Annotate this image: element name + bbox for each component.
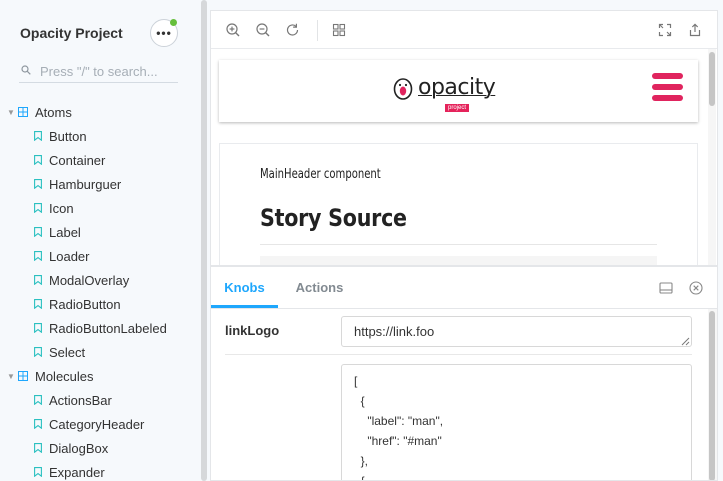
sidebar: Opacity Project ••• ▼ Atoms Button Conta… (0, 0, 199, 481)
preview-pane: opacity project MainHeader component Sto… (210, 10, 718, 266)
tree-item-label: RadioButton (49, 296, 121, 312)
addons-panel: Knobs Actions linkLogo https://link.foo … (210, 266, 718, 481)
grid-icon[interactable] (331, 22, 347, 38)
resize-grip-icon[interactable] (680, 336, 690, 346)
bookmark-icon (34, 179, 42, 189)
bookmark-icon (34, 467, 42, 477)
preview-scrollbar[interactable] (708, 49, 716, 265)
caret-down-icon: ▼ (7, 371, 15, 381)
component-group-icon (18, 107, 28, 117)
bookmark-icon (34, 443, 42, 453)
search-icon (21, 65, 31, 75)
logo-subtext: project (445, 104, 470, 112)
bookmark-icon (34, 227, 42, 237)
heading-divider (260, 244, 657, 245)
bookmark-icon (34, 419, 42, 429)
tree-item-label[interactable]: Label (0, 220, 199, 244)
preview-scrollbar-thumb[interactable] (709, 52, 715, 106)
logo-wordmark: opacity (418, 75, 496, 100)
hamburger-menu-icon[interactable] (652, 73, 683, 101)
story-source-heading: Story Source (260, 204, 407, 232)
search-input[interactable] (40, 62, 176, 80)
component-group-icon (18, 371, 28, 381)
tab-knobs[interactable]: Knobs (211, 267, 278, 308)
tree-item-modaloverlay[interactable]: ModalOverlay (0, 268, 199, 292)
opacity-logo[interactable]: opacity project (393, 71, 497, 113)
fullscreen-icon[interactable] (657, 22, 673, 38)
brand-title[interactable]: Opacity Project (20, 25, 123, 41)
story-canvas: opacity project MainHeader component Sto… (211, 49, 717, 265)
tree-item-label: CategoryHeader (49, 416, 145, 432)
tree-item-label: Expander (49, 464, 105, 480)
tree-item-label: Icon (49, 200, 74, 216)
docs-card: MainHeader component Story Source (219, 143, 698, 265)
caret-down-icon: ▼ (7, 107, 15, 117)
tree-item-icon[interactable]: Icon (0, 196, 199, 220)
tree-item-label: Container (49, 152, 106, 168)
tree-item-select[interactable]: Select (0, 340, 199, 364)
tree-item-container[interactable]: Container (0, 148, 199, 172)
toolbar-divider (317, 20, 318, 41)
tree-item-loader[interactable]: Loader (0, 244, 199, 268)
links-json-field[interactable]: [ { "label": "man", "href": "#man" }, { (341, 364, 692, 480)
component-description: MainHeader component (260, 167, 381, 182)
bookmark-icon (34, 347, 42, 357)
knob-label: linkLogo (225, 323, 280, 338)
tree-item-label: Hamburguer (49, 176, 122, 192)
tab-actions[interactable]: Actions (286, 267, 353, 309)
tree-item-label: ActionsBar (49, 392, 112, 408)
tree-item-label: RadioButtonLabeled (49, 320, 167, 336)
panel-tabs: Knobs Actions (211, 267, 717, 309)
zoom-in-icon[interactable] (225, 22, 241, 38)
knob-row-linklogo: linkLogo https://link.foo (225, 309, 692, 355)
search-box (19, 60, 178, 83)
tree-item-actionsbar[interactable]: ActionsBar (0, 388, 199, 412)
bookmark-icon (34, 251, 42, 261)
bookmark-icon (34, 299, 42, 309)
bookmark-icon (34, 275, 42, 285)
tree-item-dialogbox[interactable]: DialogBox (0, 436, 199, 460)
panel-position-icon[interactable] (658, 280, 674, 296)
panel-scrollbar[interactable] (708, 309, 717, 480)
tree-item-categoryheader[interactable]: CategoryHeader (0, 412, 199, 436)
main-header-preview: opacity project (219, 60, 698, 122)
tree-group-molecules[interactable]: ▼ Molecules (0, 364, 199, 388)
logo-face-icon (393, 78, 413, 100)
hamburger-line (652, 84, 683, 90)
tree-item-label: DialogBox (49, 440, 109, 456)
status-dot (170, 19, 177, 26)
more-icon: ••• (156, 26, 172, 40)
bookmark-icon (34, 131, 42, 141)
tree-item-label: Label (49, 224, 81, 240)
close-icon[interactable] (688, 280, 704, 296)
hamburger-line (652, 73, 683, 79)
tree-group-label: Atoms (35, 104, 72, 120)
bookmark-icon (34, 155, 42, 165)
tree-item-hamburguer[interactable]: Hamburguer (0, 172, 199, 196)
bookmark-icon (34, 323, 42, 333)
reset-zoom-icon[interactable] (285, 22, 301, 38)
menu-button[interactable]: ••• (150, 19, 178, 47)
preview-toolbar (211, 11, 717, 49)
bookmark-icon (34, 203, 42, 213)
tree-item-radiobutton[interactable]: RadioButton (0, 292, 199, 316)
source-code-block (260, 256, 657, 265)
tree-item-expander[interactable]: Expander (0, 460, 199, 481)
bookmark-icon (34, 395, 42, 405)
hamburger-line (652, 95, 683, 101)
share-icon[interactable] (687, 22, 703, 38)
tree-item-label: Button (49, 128, 87, 144)
tree-group-atoms[interactable]: ▼ Atoms (0, 100, 199, 124)
tree-item-label: ModalOverlay (49, 272, 130, 288)
tree-item-label: Loader (49, 248, 90, 264)
linklogo-text-field[interactable]: https://link.foo (341, 316, 692, 347)
zoom-out-icon[interactable] (255, 22, 271, 38)
tree-item-button[interactable]: Button (0, 124, 199, 148)
tree-item-radiobuttonlabeled[interactable]: RadioButtonLabeled (0, 316, 199, 340)
knob-row-links: [ { "label": "man", "href": "#man" }, { (225, 356, 692, 480)
tree-item-label: Select (49, 344, 86, 360)
panel-scrollbar-thumb[interactable] (709, 311, 715, 480)
tree-group-label: Molecules (35, 368, 94, 384)
sidebar-resizer-handle[interactable] (201, 0, 207, 481)
